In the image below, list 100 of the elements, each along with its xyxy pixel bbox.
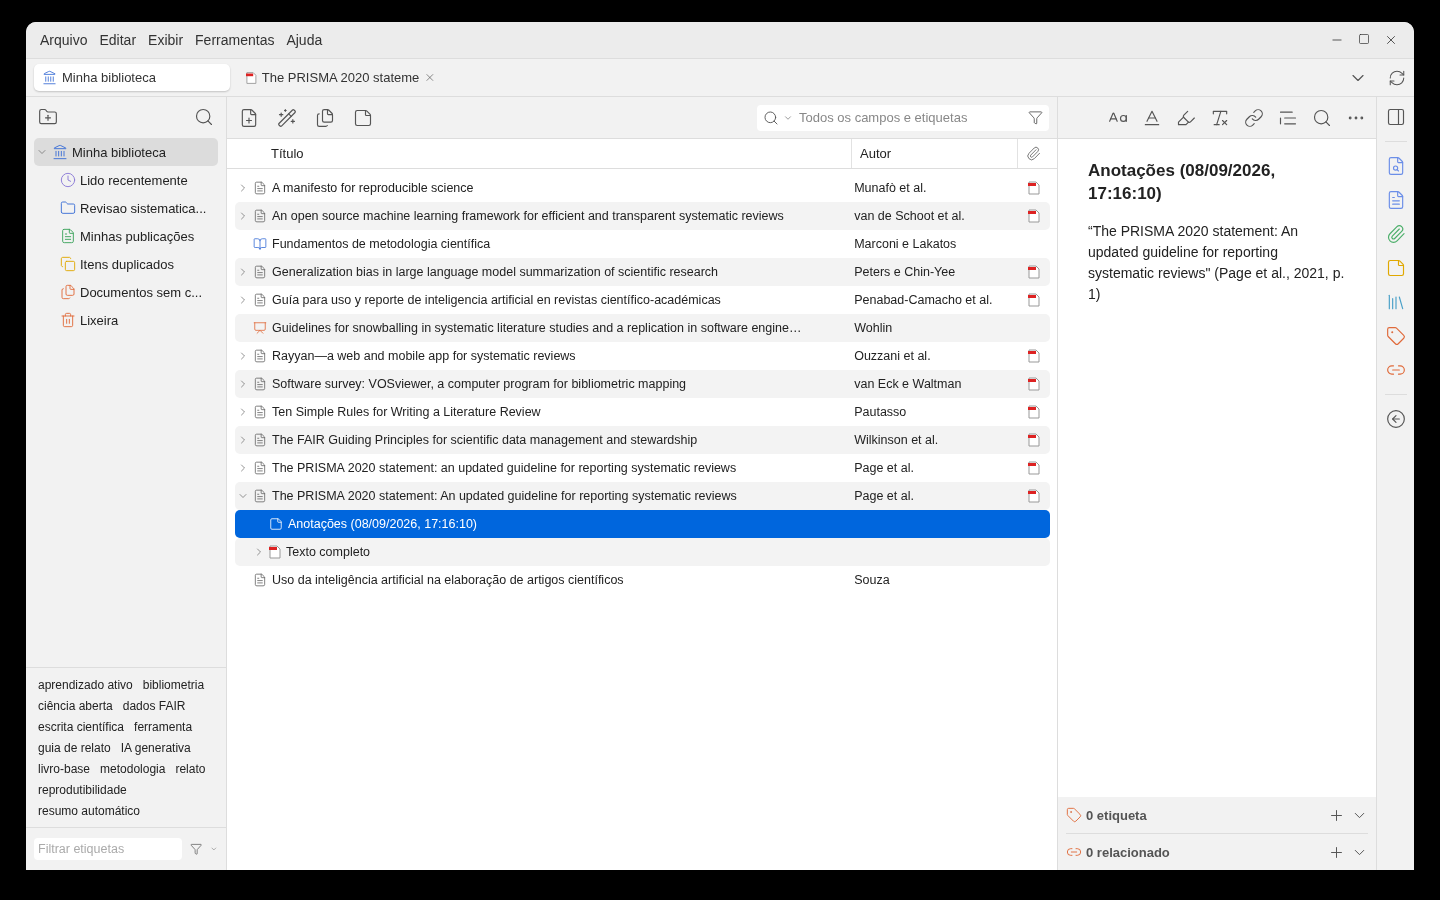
tag-filter-field[interactable]: Filtrar etiquetas xyxy=(34,838,182,860)
item-row[interactable]: An open source machine learning framework for efficient and transparent systematic reviews van de Schoot et al. xyxy=(235,202,1050,230)
tag-label[interactable]: escrita científica xyxy=(38,719,125,735)
link-icon[interactable] xyxy=(1244,107,1265,128)
column-header[interactable]: Autor xyxy=(852,139,1018,168)
item-title: The FAIR Guiding Principles for scientific data management and stewardship xyxy=(272,433,698,447)
item-row[interactable]: Fundamentos de metodologia científica Marconi e Lakatos xyxy=(235,230,1050,258)
item-title: Guidelines for snowballing in systematic literature studies and a replication in software engine… xyxy=(272,321,802,335)
tag-label[interactable]: livro-base xyxy=(38,761,91,777)
search-box[interactable]: Todos os campos e etiquetas xyxy=(757,104,1049,131)
section-title[interactable]: 0 etiqueta xyxy=(1086,807,1147,823)
new-note-icon[interactable] xyxy=(353,107,373,128)
item-title: Anotações (08/09/2026, 17:16:10) xyxy=(288,517,478,531)
locate-icon[interactable] xyxy=(1385,409,1406,429)
item-title: Uso da inteligência artificial na elaboração de artigos científicos xyxy=(272,573,624,587)
item-row[interactable]: The PRISMA 2020 statement: An updated guideline for reporting systematic reviews Page et al. xyxy=(235,482,1050,510)
item-title: A manifesto for reproducible science xyxy=(272,181,474,195)
magic-wand-icon[interactable] xyxy=(277,107,297,128)
document-icon xyxy=(253,405,267,419)
item-row[interactable]: Software survey: VOSviewer, a computer program for bibliometric mapping van Eck e Waltman xyxy=(235,370,1050,398)
item-row[interactable]: Guidelines for snowballing in systematic literature studies and a replication in software engine… Wohlin xyxy=(235,314,1050,342)
tag-label[interactable]: metodologia xyxy=(100,761,166,777)
column-header[interactable]: Título xyxy=(227,139,852,168)
library-icon xyxy=(52,144,68,160)
tab[interactable]: Minha biblioteca xyxy=(34,64,230,91)
tag-label[interactable]: guia de relato xyxy=(38,740,111,756)
library-icon xyxy=(42,70,57,85)
tag-label[interactable]: relato xyxy=(175,761,206,777)
note-text: “The PRISMA 2020 statement: An updated guideline for reporting systematic reviews" (Page et al., 2021, p. 1) xyxy=(1088,222,1346,304)
maximize-icon[interactable] xyxy=(1358,33,1370,45)
search-icon[interactable] xyxy=(1312,107,1333,128)
book-icon xyxy=(253,237,267,251)
filter-icon xyxy=(1028,110,1043,125)
item-row[interactable]: The FAIR Guiding Principles for scientific data management and stewardship Wilkinson et al. xyxy=(235,426,1050,454)
item-row[interactable]: Ten Simple Rules for Writing a Literature Review Pautasso xyxy=(235,398,1050,426)
item-row[interactable]: Uso da inteligência artificial na elaboração de artigos científicos Souza xyxy=(235,566,1050,594)
menu-item[interactable]: Exibir xyxy=(142,32,190,48)
collection-item[interactable]: Revisao sistematica... xyxy=(34,194,218,222)
collection-item[interactable]: Documentos sem c... xyxy=(34,278,218,306)
item-title: Rayyan—a web and mobile app for systematic reviews xyxy=(272,349,576,363)
document-icon xyxy=(253,349,267,363)
side-panel-icon[interactable] xyxy=(1385,107,1406,127)
new-collection-icon[interactable] xyxy=(38,107,58,127)
note-icon[interactable] xyxy=(1385,258,1406,278)
item-author: Wohlin xyxy=(854,321,893,335)
search-icon[interactable] xyxy=(194,107,214,127)
search-icon xyxy=(763,109,779,126)
sync-icon[interactable] xyxy=(1388,68,1406,87)
pdf-icon xyxy=(1028,489,1041,503)
item-row[interactable]: Rayyan—a web and mobile app for systematic reviews Ouzzani et al. xyxy=(235,342,1050,370)
clock-icon xyxy=(60,172,76,188)
pdf-icon xyxy=(1028,349,1041,363)
item-author: Penabad-Camacho et al. xyxy=(854,293,993,307)
new-item-icon[interactable] xyxy=(239,107,259,128)
item-row[interactable]: Anotações (08/09/2026, 17:16:10) xyxy=(235,510,1050,538)
collection-item[interactable]: Lixeira xyxy=(34,306,218,334)
item-row[interactable]: Generalization bias in large language model summarization of scientific research Peters e Chin-Yee xyxy=(235,258,1050,286)
pdf-icon xyxy=(1028,377,1041,391)
item-row[interactable]: The PRISMA 2020 statement: an updated guideline for reporting systematic reviews Page et al. xyxy=(235,454,1050,482)
duplicate-icon xyxy=(60,256,76,272)
item-row[interactable]: Guía para uso y reporte de inteligencia artificial en revistas científico-académicas Penabad-Camacho et al. xyxy=(235,286,1050,314)
menu-item[interactable]: Ferramentas xyxy=(189,32,281,48)
item-row[interactable]: A manifesto for reproducible science Munafò et al. xyxy=(235,174,1050,202)
item-title: Software survey: VOSviewer, a computer program for bibliometric mapping xyxy=(272,377,687,391)
item-row[interactable]: Texto completo xyxy=(235,538,1050,566)
pdf-icon xyxy=(246,70,257,85)
pdf-icon xyxy=(1028,405,1041,419)
item-title: An open source machine learning framework for efficient and transparent systematic reviews xyxy=(272,209,784,223)
section-title[interactable]: 0 relacionado xyxy=(1086,844,1170,860)
menu-item[interactable]: Ajuda xyxy=(280,32,329,48)
collection-item[interactable]: Lido recentemente xyxy=(34,166,218,194)
close-icon[interactable] xyxy=(1384,33,1398,47)
filter-icon[interactable] xyxy=(190,841,203,857)
menu-item[interactable]: Editar xyxy=(93,32,143,48)
tag-label[interactable]: IA generativa xyxy=(120,740,191,756)
tag-label[interactable]: ciência aberta xyxy=(38,698,113,714)
pdf-icon xyxy=(1028,293,1041,307)
menu-item[interactable]: Arquivo xyxy=(34,32,94,48)
paperclip-icon[interactable] xyxy=(1385,224,1406,244)
document-icon xyxy=(253,265,267,279)
document-icon xyxy=(253,181,267,195)
item-author: van de Schoot et al. xyxy=(854,209,965,223)
tab[interactable]: The PRISMA 2020 stateme xyxy=(238,64,444,91)
collection-item[interactable]: Minha biblioteca xyxy=(34,138,218,166)
tag-icon[interactable] xyxy=(1385,326,1406,346)
pdf-icon xyxy=(1028,461,1041,475)
add-attachment-icon[interactable] xyxy=(315,107,335,128)
item-title: The PRISMA 2020 statement: An updated guideline for reporting systematic reviews xyxy=(272,489,737,503)
tag-label[interactable]: reprodutibilidade xyxy=(38,782,127,798)
tag-label[interactable]: ferramenta xyxy=(134,719,193,735)
tag-label[interactable]: bibliometria xyxy=(142,677,205,693)
pdf-icon xyxy=(1028,433,1041,447)
collection-item[interactable]: Minhas publicações xyxy=(34,222,218,250)
tag-label[interactable]: dados FAIR xyxy=(122,698,186,714)
item-author: Wilkinson et al. xyxy=(854,433,939,447)
tag-label[interactable]: aprendizado ativo xyxy=(38,677,133,693)
tag-label[interactable]: resumo automático xyxy=(38,803,141,819)
item-author: Page et al. xyxy=(854,489,914,503)
item-author: van Eck e Waltman xyxy=(854,377,962,391)
collection-item[interactable]: Itens duplicados xyxy=(34,250,218,278)
